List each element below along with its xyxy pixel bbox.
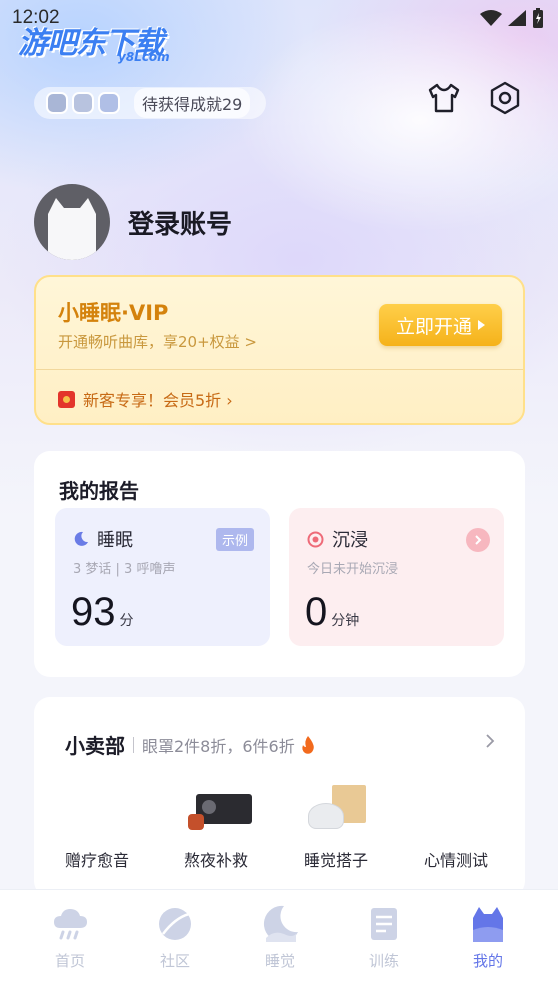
tab-sleep[interactable]: 睡觉 bbox=[240, 890, 320, 982]
triangle-right-icon bbox=[478, 320, 485, 330]
vip-open-button[interactable]: 立即开通 bbox=[379, 304, 502, 346]
tab-training[interactable]: 训练 bbox=[344, 890, 424, 982]
shop-divider bbox=[133, 736, 134, 753]
status-icons bbox=[480, 8, 544, 28]
vip-promo-label: 新客专享！会员5折 › bbox=[83, 391, 233, 410]
sleep-score-value: 93 bbox=[71, 590, 116, 634]
tab-bar: 首页 社区 睡觉 训练 我的 bbox=[0, 889, 558, 982]
achievement-badge-icon bbox=[46, 92, 68, 114]
achievement-badge-icon bbox=[98, 92, 120, 114]
avatar[interactable] bbox=[34, 184, 110, 260]
shop-card: 小卖部 眼罩2件8折，6件6折 赠疗愈音 熬夜补救 睡觉搭子 心情测试 bbox=[34, 697, 525, 897]
vip-subtitle[interactable]: 开通畅听曲库，享20+权益 > bbox=[58, 331, 257, 352]
shop-title: 小卖部 bbox=[65, 734, 125, 758]
cat-icon bbox=[473, 907, 503, 942]
cat-avatar-icon bbox=[48, 198, 96, 260]
vip-open-button-label: 立即开通 bbox=[395, 315, 472, 338]
tab-community[interactable]: 社区 bbox=[135, 890, 215, 982]
vip-promo[interactable]: 新客专享！会员5折 › bbox=[58, 387, 233, 411]
immerse-meta: 今日未开始沉浸 bbox=[307, 562, 399, 577]
immerse-unit: 分钟 bbox=[331, 612, 360, 628]
shop-subtitle: 眼罩2件8折，6件6折 bbox=[142, 736, 295, 756]
sleep-title: 睡眠 bbox=[97, 530, 133, 551]
sample-tag: 示例 bbox=[215, 528, 254, 551]
battery-icon bbox=[533, 8, 543, 28]
login-title[interactable]: 登录账号 bbox=[128, 204, 232, 241]
tab-mine[interactable]: 我的 bbox=[448, 890, 528, 982]
sleep-score-unit: 分 bbox=[119, 612, 134, 628]
shop-item[interactable]: 熬夜补救 bbox=[184, 847, 248, 871]
sleep-report-card[interactable]: 睡眠 示例 3 梦话 | 3 呼噜声 93 分 bbox=[55, 508, 270, 646]
sleep-meta: 3 梦话 | 3 呼噜声 bbox=[73, 562, 176, 577]
moon-icon bbox=[74, 531, 88, 546]
tab-label: 睡觉 bbox=[264, 952, 295, 970]
header-background bbox=[0, 0, 558, 520]
shop-item[interactable]: 睡觉搭子 bbox=[304, 847, 368, 871]
tab-label: 首页 bbox=[54, 952, 85, 970]
vip-card[interactable]: 小睡眠·VIP 开通畅听曲库，享20+权益 > 立即开通 新客专享！会员5折 › bbox=[34, 275, 525, 425]
red-packet-icon bbox=[58, 390, 75, 408]
tab-label: 社区 bbox=[159, 952, 190, 970]
watermark-logo: 游吧东下载 y8Lcom bbox=[18, 18, 170, 64]
immerse-title: 沉浸 bbox=[332, 530, 368, 551]
tab-label: 训练 bbox=[368, 952, 399, 970]
fire-icon bbox=[302, 735, 314, 754]
shop-item[interactable]: 心情测试 bbox=[424, 847, 488, 871]
signal-icon bbox=[508, 10, 526, 26]
achievement-badge-icon bbox=[72, 92, 94, 114]
vip-divider bbox=[36, 369, 523, 370]
shop-header[interactable]: 小卖部 眼罩2件8折，6件6折 bbox=[65, 730, 317, 759]
immerse-arrow-icon[interactable] bbox=[466, 528, 490, 552]
chevron-right-icon[interactable] bbox=[485, 733, 495, 749]
vip-title: 小睡眠·VIP bbox=[58, 301, 169, 325]
immerse-minutes: 0 分钟 bbox=[305, 590, 359, 635]
tab-home[interactable]: 首页 bbox=[30, 890, 110, 982]
wifi-icon bbox=[480, 10, 502, 26]
alarm-clock-product-image[interactable] bbox=[186, 792, 254, 834]
immerse-report-card[interactable]: 沉浸 今日未开始沉浸 0 分钟 bbox=[289, 508, 504, 646]
moon-icon bbox=[263, 905, 298, 942]
shirt-icon[interactable] bbox=[426, 80, 462, 116]
settings-icon[interactable] bbox=[487, 80, 523, 116]
shop-item[interactable]: 赠疗愈音 bbox=[65, 847, 129, 871]
achievement-pill[interactable]: 待获得成就29 bbox=[34, 87, 266, 119]
tab-label: 我的 bbox=[472, 952, 503, 970]
humidifier-product-image[interactable] bbox=[306, 785, 370, 835]
report-title: 我的报告 bbox=[59, 479, 139, 503]
watermark-sub: y8Lcom bbox=[118, 50, 170, 64]
immerse-value: 0 bbox=[305, 590, 328, 634]
achievement-label: 待获得成就29 bbox=[134, 88, 251, 118]
target-icon bbox=[307, 531, 324, 547]
notebook-icon bbox=[371, 908, 397, 940]
sleep-score: 93 分 bbox=[71, 590, 134, 635]
report-card: 我的报告 睡眠 示例 3 梦话 | 3 呼噜声 93 分 沉浸 今日未开始沉浸 0… bbox=[34, 451, 525, 677]
cloud-rain-icon bbox=[54, 909, 87, 940]
planet-icon bbox=[159, 908, 191, 940]
